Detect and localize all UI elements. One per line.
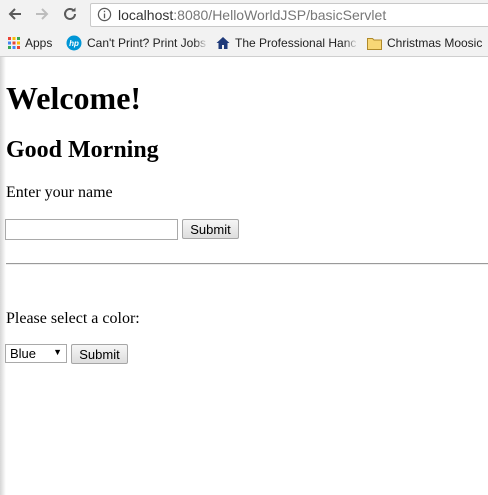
page-content: Welcome! Good Morning Enter your name Su… [0,57,488,495]
color-prompt: Please select a color: [6,310,140,327]
label-fade [344,34,358,52]
name-input[interactable] [5,219,178,240]
url-path: :8080/HelloWorldJSP/basicServlet [173,7,387,23]
bookmarks-bar: Apps hp Can't Print? Print Jobs The Prof… [0,30,488,57]
url-text: localhost:8080/HelloWorldJSP/basicServle… [118,7,386,23]
reload-icon[interactable] [60,4,80,24]
forward-arrow-icon[interactable] [32,4,52,24]
name-prompt: Enter your name [6,184,113,201]
bookmark-apps[interactable]: Apps [8,34,52,52]
name-submit-button[interactable]: Submit [182,219,239,239]
divider [6,263,488,265]
color-select-value: Blue [10,346,37,361]
greeting-heading: Good Morning [6,137,159,163]
address-bar[interactable]: localhost:8080/HelloWorldJSP/basicServle… [90,3,488,27]
bookmark-print-jobs[interactable]: hp Can't Print? Print Jobs [66,34,208,52]
house-icon [216,37,230,49]
browser-toolbar: localhost:8080/HelloWorldJSP/basicServle… [0,0,488,30]
bookmark-label: The Professional Hanc [235,36,357,50]
bookmark-label: Can't Print? Print Jobs [87,36,207,50]
hp-logo-icon: hp [66,35,82,51]
url-host: localhost [118,7,174,23]
folder-icon [367,37,382,50]
color-submit-button[interactable]: Submit [71,344,128,364]
page-heading: Welcome! [6,80,142,116]
apps-grid-icon [8,37,20,49]
label-fade [194,34,208,52]
bookmark-label: Christmas Moosic [387,36,483,50]
color-select[interactable]: Blue ▼ [5,344,67,363]
bookmark-christmas-moosic[interactable]: Christmas Moosic [367,34,482,52]
dropdown-arrow-icon: ▼ [53,347,62,357]
bookmark-professional[interactable]: The Professional Hanc [216,34,358,52]
bookmark-label: Apps [25,36,53,50]
svg-text:hp: hp [69,39,79,48]
back-arrow-icon[interactable] [5,4,25,24]
info-icon[interactable] [97,7,112,27]
